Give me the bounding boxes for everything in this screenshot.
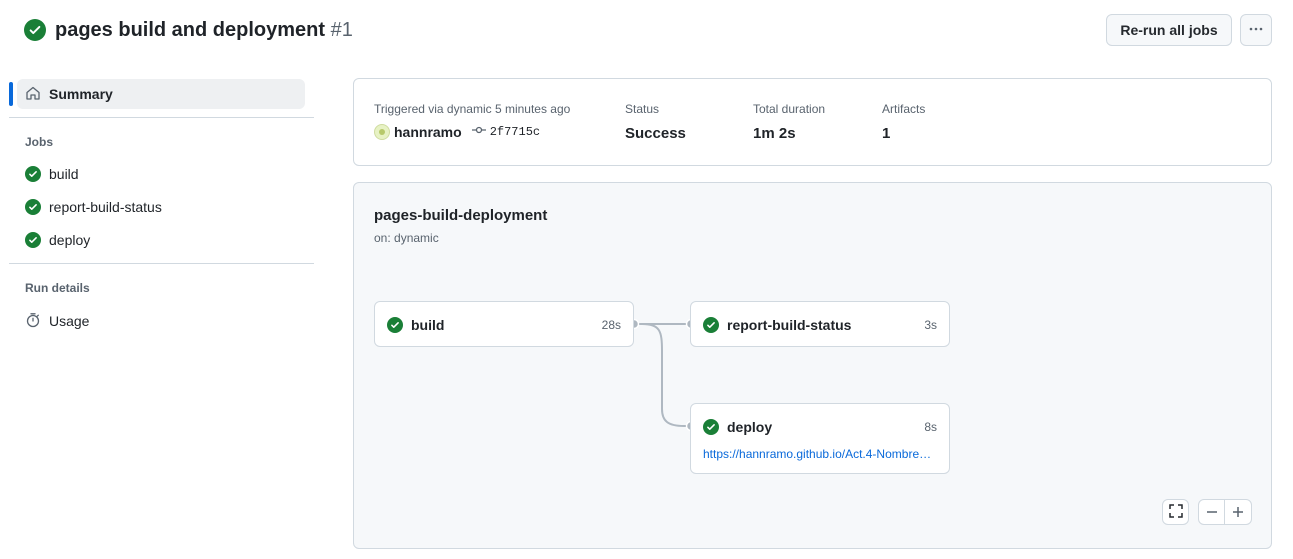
run-details-heading: Run details bbox=[25, 281, 90, 295]
commit-sha: 2f7715c bbox=[489, 125, 541, 139]
duration-label: Total duration bbox=[753, 102, 826, 116]
fullscreen-button[interactable] bbox=[1162, 499, 1189, 525]
trigger-column: Triggered via dynamic 5 minutes ago hann… bbox=[374, 102, 570, 140]
minus-icon bbox=[1206, 511, 1217, 513]
zoom-controls bbox=[1198, 499, 1252, 525]
job-card-report-build-status[interactable]: report-build-status 3s bbox=[690, 301, 950, 347]
success-check-icon bbox=[387, 317, 403, 333]
run-number: #1 bbox=[330, 18, 353, 41]
sidebar-item-label: Usage bbox=[49, 313, 90, 329]
sidebar-job-deploy[interactable]: deploy bbox=[25, 230, 90, 250]
artifacts-column: Artifacts 1 bbox=[882, 102, 925, 142]
sidebar-job-report-build-status[interactable]: report-build-status bbox=[25, 197, 162, 217]
avatar[interactable] bbox=[374, 124, 390, 140]
success-check-icon bbox=[25, 232, 41, 248]
job-name: build bbox=[411, 317, 445, 333]
artifacts-count-link[interactable]: 1 bbox=[882, 125, 925, 142]
success-check-icon bbox=[25, 166, 41, 182]
workflow-name: pages-build-deployment bbox=[374, 207, 548, 224]
sidebar-item-label: Summary bbox=[49, 86, 113, 102]
duration-column: Total duration 1m 2s bbox=[753, 102, 825, 142]
sidebar-divider bbox=[9, 263, 314, 264]
success-check-icon bbox=[703, 317, 719, 333]
stopwatch-icon bbox=[25, 312, 41, 331]
job-duration: 28s bbox=[601, 318, 621, 332]
workflow-trigger: on: dynamic bbox=[374, 231, 439, 245]
success-check-icon bbox=[25, 199, 41, 215]
job-name: deploy bbox=[727, 419, 773, 435]
status-column: Status Success bbox=[625, 102, 686, 142]
plus-icon bbox=[1233, 507, 1243, 517]
job-card-deploy[interactable]: deploy 8s https://hannramo.github.io/Act… bbox=[690, 403, 950, 474]
job-duration: 8s bbox=[924, 420, 937, 434]
active-nav-marker bbox=[9, 82, 13, 106]
run-title: pages build and deployment bbox=[55, 18, 326, 41]
sidebar-item-summary[interactable]: Summary bbox=[17, 79, 305, 109]
duration-value: 1m 2s bbox=[753, 125, 796, 142]
git-commit-icon bbox=[471, 125, 486, 139]
sidebar-item-label: deploy bbox=[49, 232, 91, 248]
success-check-icon bbox=[24, 19, 46, 41]
trigger-label: Triggered via dynamic 5 minutes ago bbox=[374, 102, 571, 116]
artifacts-label: Artifacts bbox=[882, 102, 926, 116]
run-header: pages build and deployment #1 bbox=[24, 18, 353, 42]
sidebar-item-usage[interactable]: Usage bbox=[25, 311, 89, 331]
success-check-icon bbox=[703, 419, 719, 435]
zoom-in-button[interactable] bbox=[1225, 500, 1251, 524]
job-duration: 3s bbox=[924, 318, 937, 332]
sidebar-divider bbox=[9, 117, 314, 118]
status-label: Status bbox=[625, 102, 660, 116]
sidebar-item-label: report-build-status bbox=[49, 199, 162, 215]
job-name: report-build-status bbox=[727, 317, 852, 333]
zoom-out-button[interactable] bbox=[1199, 500, 1225, 524]
actor-link[interactable]: hannramo bbox=[394, 124, 462, 140]
actor-row: hannramo 2f7715c bbox=[374, 124, 570, 140]
workflow-graph: pages-build-deployment on: dynamic build… bbox=[353, 182, 1272, 549]
rerun-all-jobs-button[interactable]: Re-run all jobs bbox=[1106, 14, 1232, 46]
page-title: pages build and deployment #1 bbox=[55, 19, 353, 42]
sidebar-item-label: build bbox=[49, 166, 79, 182]
status-value: Success bbox=[625, 125, 686, 142]
home-icon bbox=[25, 85, 41, 104]
sidebar-job-build[interactable]: build bbox=[25, 164, 79, 184]
fullscreen-icon bbox=[1168, 503, 1183, 521]
kebab-horizontal-icon bbox=[1248, 21, 1264, 40]
job-connectors bbox=[628, 318, 697, 432]
deployment-url-link[interactable]: https://hannramo.github.io/Act.4-Nombre… bbox=[703, 447, 937, 461]
more-options-button[interactable] bbox=[1240, 14, 1272, 46]
job-card-build[interactable]: build 28s bbox=[374, 301, 634, 347]
commit-link[interactable]: 2f7715c bbox=[471, 125, 541, 139]
run-summary-box: Triggered via dynamic 5 minutes ago hann… bbox=[353, 78, 1272, 166]
jobs-heading: Jobs bbox=[25, 135, 54, 149]
